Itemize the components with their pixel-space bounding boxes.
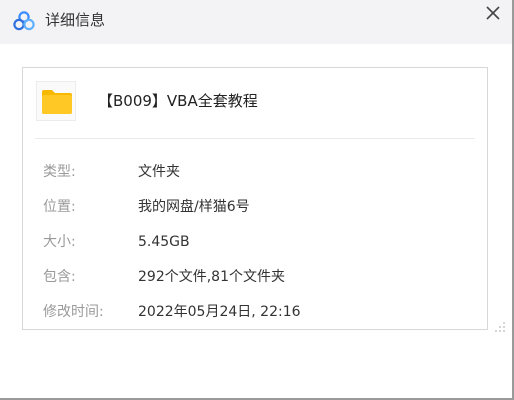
location-label: 位置: [43, 199, 76, 215]
size-value: 5.45GB [138, 234, 190, 250]
close-icon [486, 6, 500, 20]
type-value: 文件夹 [138, 164, 180, 180]
detail-row-contains: 包含: 292个文件,81个文件夹 [23, 266, 487, 288]
window-title: 详细信息 [45, 11, 106, 29]
details-panel: 【B009】VBA全套教程 类型: 文件夹 位置: 我的网盘/样猫6号 大小: … [22, 67, 488, 330]
detail-row-size: 大小: 5.45GB [23, 231, 487, 253]
detail-row-location: 位置: 我的网盘/样猫6号 [23, 196, 487, 218]
contains-label: 包含: [43, 269, 76, 285]
resize-grip-icon[interactable] [494, 318, 506, 332]
file-name[interactable]: 【B009】VBA全套教程 [98, 90, 258, 112]
close-button[interactable] [478, 0, 508, 28]
divider [35, 138, 475, 139]
contains-value: 292个文件,81个文件夹 [138, 269, 285, 285]
file-icon-container [36, 81, 76, 121]
modified-value: 2022年05月24日, 22:16 [138, 304, 301, 320]
size-label: 大小: [43, 234, 76, 250]
details-dialog: 详细信息 【B009】VBA全套教程 类型: 文件夹 位置: 我的网盘/样猫6号… [0, 0, 514, 400]
title-bar[interactable]: 详细信息 [0, 0, 512, 44]
detail-row-modified: 修改时间: 2022年05月24日, 22:16 [23, 301, 487, 323]
modified-label: 修改时间: [43, 304, 104, 320]
detail-row-type: 类型: 文件夹 [23, 161, 487, 183]
folder-icon [42, 90, 72, 114]
location-value[interactable]: 我的网盘/样猫6号 [138, 196, 250, 218]
type-label: 类型: [43, 164, 76, 180]
baidu-netdisk-logo-icon [13, 11, 35, 31]
